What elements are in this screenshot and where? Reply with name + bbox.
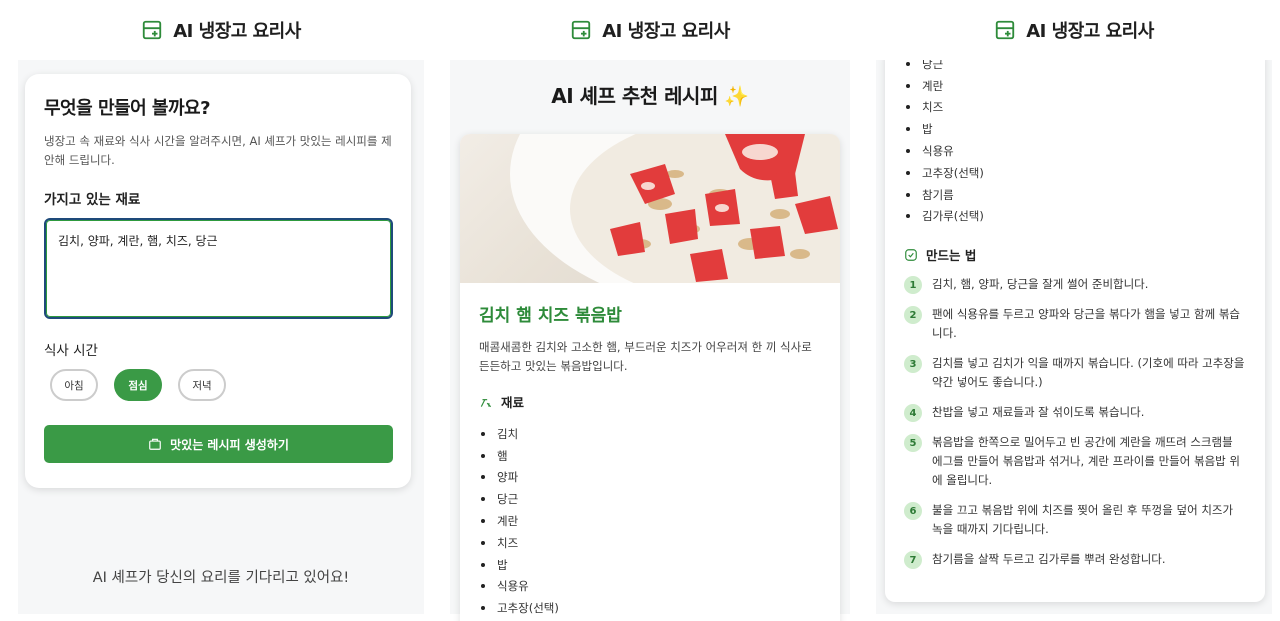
step-text: 찬밥을 넣고 재료들과 잘 섞이도록 볶습니다. [932,405,1145,420]
ingredients-icon [480,398,492,407]
recipe-description: 매콤새콤한 김치와 고소한 햄, 부드러운 치즈가 어우러져 한 끼 식사로 든… [479,340,812,373]
recipe-photo [460,134,840,283]
result-heading: AI 셰프 추천 레시피 ✨ [551,84,749,108]
meal-option-lunch[interactable]: 점심 [114,369,162,401]
ingredients-heading: 재료 [479,392,821,411]
list-item: 김가루(선택) [904,206,1246,228]
ingredient-list: 당근 계란 치즈 밥 식용유 고추장(선택) 참기름 김가루(선택) [904,53,1246,227]
app-title: AI 냉장고 요리사 [1026,21,1154,42]
recipe-card-scrolled: 당근 계란 치즈 밥 식용유 고추장(선택) 참기름 김가루(선택) 만드는 법… [885,48,1265,602]
waiting-message: AI 셰프가 당신의 요리를 기다리고 있어요! [92,570,350,586]
step-list: 1 김치, 햄, 양파, 당근을 잘게 썰어 준비합니다. 2 팬에 식용유를 두르… [904,275,1246,570]
step-item: 4 찬밥을 넣고 재료들과 잘 섞이도록 볶습니다. [904,403,1246,423]
app-header: AI 냉장고 요리사 [450,0,850,60]
step-number: 7 [904,551,922,570]
list-item: 계란 [479,510,821,532]
fridge-plus-icon [996,20,1015,40]
step-text: 볶음밥을 한쪽으로 밀어두고 빈 공간에 계란을 깨뜨려 스크램블 에그를 만들… [932,435,1240,488]
input-card: 무엇을 만들어 볼까요? 냉장고 속 재료와 식사 시간을 알려주시면, AI … [25,74,411,488]
list-item: 참기름 [904,184,1246,206]
ingredient-list: 김치 햄 양파 당근 계란 치즈 밥 식용유 고추장(선택) [479,423,821,619]
steps-heading-label: 만드는 법 [926,248,977,264]
check-badge-icon [905,249,917,261]
step-number: 6 [904,502,922,521]
recipe-title: 김치 햄 치즈 볶음밥 [479,306,622,326]
meal-option-dinner[interactable]: 저녁 [178,369,226,401]
list-item: 치즈 [479,532,821,554]
meal-time-label: 식사 시간 [44,343,98,359]
step-text: 김치를 넣고 김치가 익을 때까지 볶습니다. (기호에 따라 고추장을 약간 … [932,356,1245,390]
app-title: AI 냉장고 요리사 [602,21,730,42]
form-heading: 무엇을 만들어 볼까요? [44,98,211,119]
step-number: 2 [904,306,922,325]
list-item: 당근 [479,488,821,510]
app-title: AI 냉장고 요리사 [173,21,301,42]
bag-icon [149,438,161,450]
step-text: 참기름을 살짝 두르고 김가루를 뿌려 완성합니다. [932,552,1166,567]
list-item: 계란 [904,75,1246,97]
step-item: 5 볶음밥을 한쪽으로 밀어두고 빈 공간에 계란을 깨뜨려 스크램블 에그를 만… [904,433,1246,490]
form-description: 냉장고 속 재료와 식사 시간을 알려주시면, AI 셰프가 맛있는 레시피를 … [44,134,392,167]
meal-option-breakfast[interactable]: 아침 [50,369,98,401]
steps-heading: 만드는 법 [904,245,1246,264]
app-header: AI 냉장고 요리사 [876,0,1272,60]
step-text: 김치, 햄, 양파, 당근을 잘게 썰어 준비합니다. [932,277,1149,292]
step-number: 5 [904,434,922,453]
list-item: 고추장(선택) [479,597,821,619]
generate-recipe-label: 맛있는 레시피 생성하기 [170,437,289,452]
ingredients-heading-label: 재료 [501,395,525,410]
step-item: 7 참기름을 살짝 두르고 김가루를 뿌려 완성합니다. [904,550,1246,570]
app-header: AI 냉장고 요리사 [18,0,424,60]
step-text: 팬에 식용유를 두르고 양파와 당근을 볶다가 햄을 넣고 함께 볶습니다. [932,307,1240,341]
recipe-card: 김치 햄 치즈 볶음밥 매콤새콤한 김치와 고소한 햄, 부드러운 치즈가 어우… [460,134,840,621]
fridge-plus-icon [143,20,162,40]
list-item: 치즈 [904,97,1246,119]
list-item: 밥 [904,118,1246,140]
step-item: 3 김치를 넣고 김치가 익을 때까지 볶습니다. (기호에 따라 고추장을 약간… [904,354,1246,392]
ingredients-label: 가지고 있는 재료 [44,192,141,208]
step-item: 2 팬에 식용유를 두르고 양파와 당근을 볶다가 햄을 넣고 함께 볶습니다. [904,305,1246,343]
step-number: 4 [904,404,922,423]
step-number: 1 [904,276,922,295]
ingredients-input[interactable]: 김치, 양파, 계란, 햄, 치즈, 당근 [44,218,393,319]
list-item: 밥 [479,554,821,576]
list-item: 햄 [479,445,821,467]
step-text: 불을 끄고 볶음밥 위에 치즈를 찢어 올린 후 뚜껑을 덮어 치즈가 녹을 때… [932,503,1234,537]
result-screen: AI 냉장고 요리사 AI 셰프 추천 레시피 ✨ 김치 햄 치즈 볶음밥 매콤… [450,0,850,621]
step-item: 6 불을 끄고 볶음밥 위에 치즈를 찢어 올린 후 뚜껑을 덮어 치즈가 녹을 … [904,501,1246,539]
steps-screen: 당근 계란 치즈 밥 식용유 고추장(선택) 참기름 김가루(선택) 만드는 법… [876,0,1272,621]
list-item: 양파 [479,467,821,489]
step-item: 1 김치, 햄, 양파, 당근을 잘게 썰어 준비합니다. [904,275,1246,295]
meal-time-options: 아침 점심 저녁 [44,369,392,401]
fridge-plus-icon [572,20,591,40]
list-item: 고추장(선택) [904,162,1246,184]
list-item: 김치 [479,423,821,445]
generate-recipe-button[interactable]: 맛있는 레시피 생성하기 [44,425,393,463]
input-screen: AI 냉장고 요리사 무엇을 만들어 볼까요? 냉장고 속 재료와 식사 시간을… [18,0,424,621]
recipe-body: 김치 햄 치즈 볶음밥 매콤새콤한 김치와 고소한 햄, 부드러운 치즈가 어우… [460,283,840,621]
step-number: 3 [904,355,922,374]
list-item: 식용유 [479,576,821,598]
list-item: 식용유 [904,140,1246,162]
